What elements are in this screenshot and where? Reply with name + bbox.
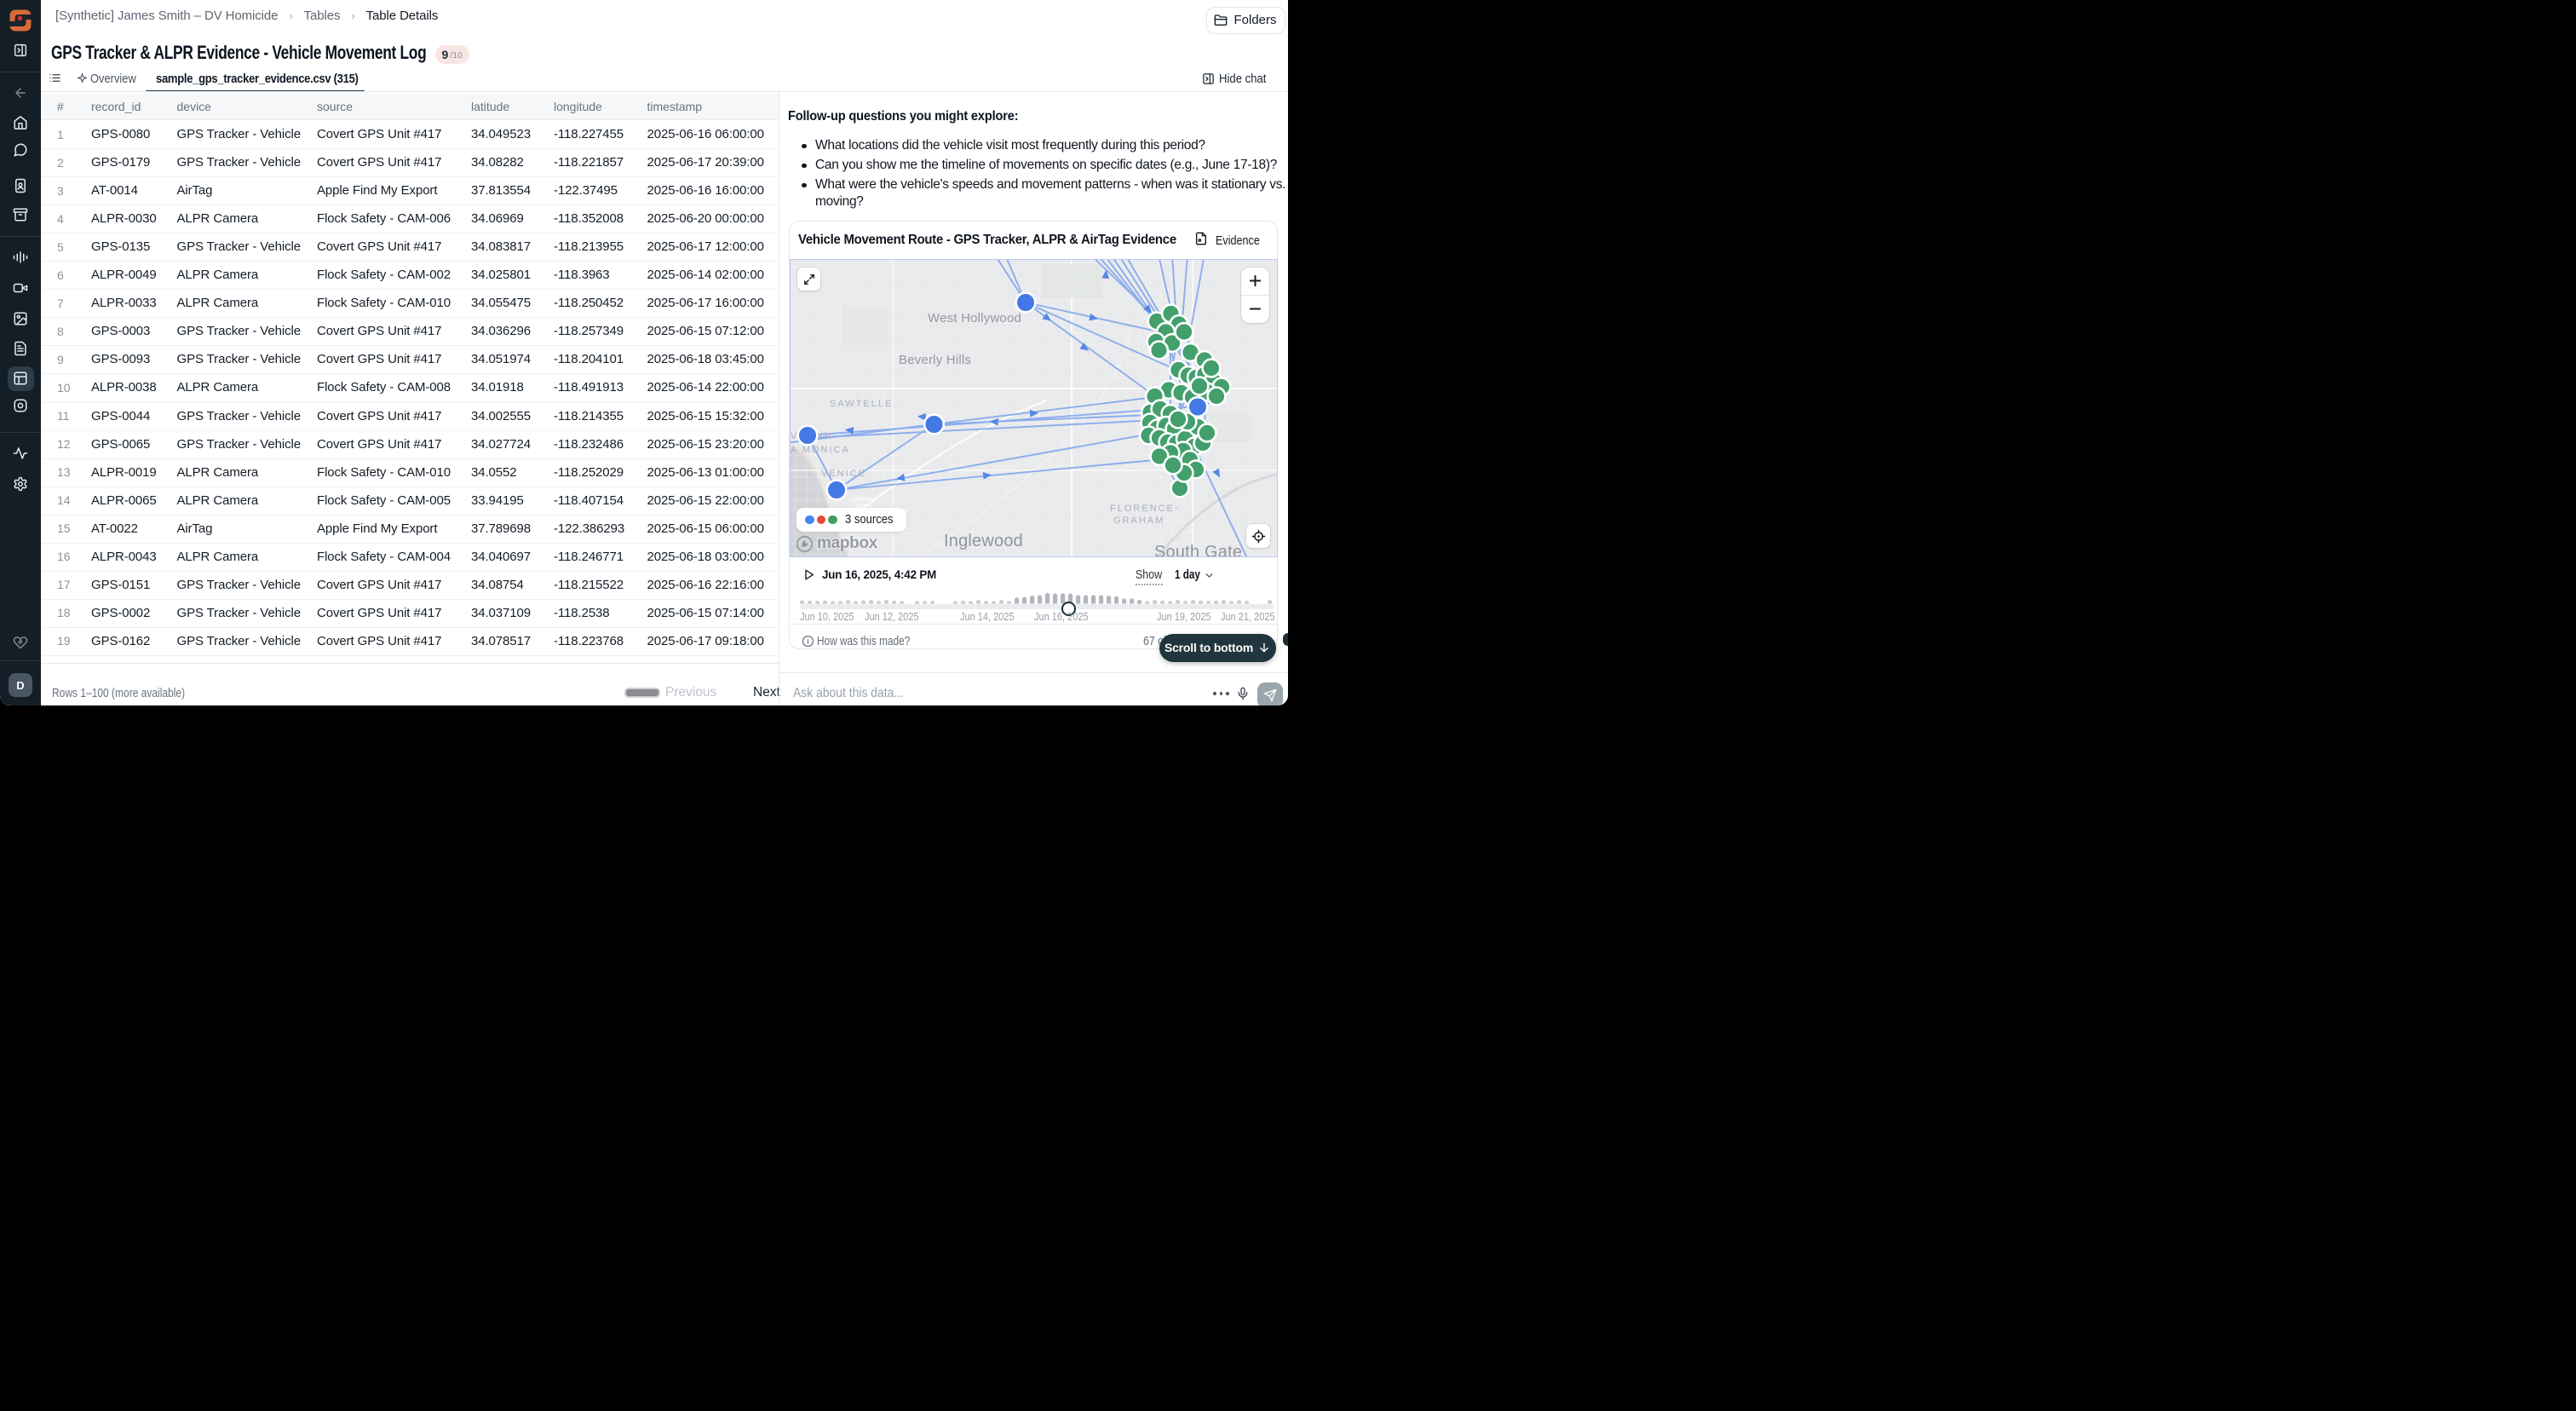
svg-text:West Hollywood: West Hollywood: [928, 311, 1021, 325]
svg-text:Beverly Hills: Beverly Hills: [899, 353, 971, 367]
svg-text:A MONICA: A MONICA: [791, 445, 850, 455]
svg-text:GRAHAM: GRAHAM: [1113, 515, 1164, 526]
svg-text:VENICE: VENICE: [821, 469, 866, 479]
svg-text:FLORENCE-: FLORENCE-: [1110, 504, 1180, 514]
svg-text:South Gate: South Gate: [1154, 543, 1242, 557]
svg-text:SAWTELLE: SAWTELLE: [830, 399, 893, 409]
svg-text:Inglewood: Inglewood: [944, 532, 1023, 550]
